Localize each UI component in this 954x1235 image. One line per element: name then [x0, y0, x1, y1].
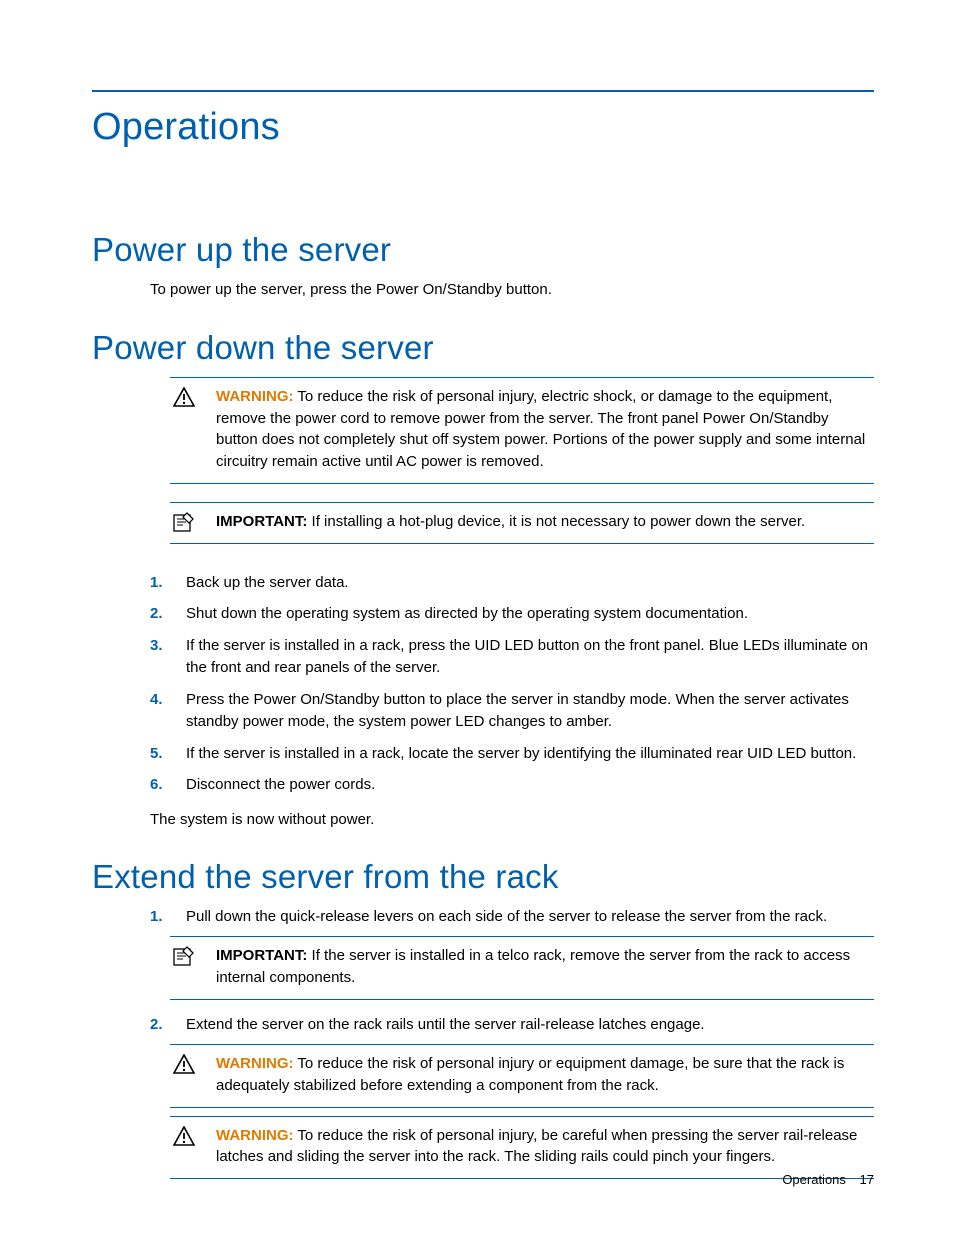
warning-label: WARNING: — [216, 1127, 294, 1144]
footer-section: Operations — [782, 1172, 846, 1187]
step-item: Press the Power On/Standby button to pla… — [150, 689, 874, 734]
step-item: Disconnect the power cords. — [150, 774, 874, 797]
important-text: IMPORTANT: If installing a hot-plug devi… — [216, 511, 874, 533]
important-body: If the server is installed in a telco ra… — [216, 947, 850, 986]
warning-callout: WARNING: To reduce the risk of personal … — [170, 1044, 874, 1108]
important-note-icon — [170, 945, 198, 966]
warning-body: To reduce the risk of personal injury, b… — [216, 1127, 857, 1166]
important-body: If installing a hot-plug device, it is n… — [307, 513, 805, 530]
section-heading-extend: Extend the server from the rack — [92, 858, 874, 896]
extend-steps: Pull down the quick-release levers on ea… — [150, 906, 874, 1180]
important-callout: IMPORTANT: If the server is installed in… — [170, 936, 874, 1000]
warning-label: WARNING: — [216, 388, 294, 405]
step-item: Extend the server on the rack rails unti… — [150, 1014, 874, 1180]
powerup-body: To power up the server, press the Power … — [150, 279, 874, 301]
step-item: Back up the server data. — [150, 572, 874, 595]
important-note-icon — [170, 511, 198, 532]
warning-label: WARNING: — [216, 1055, 294, 1072]
step-item: If the server is installed in a rack, pr… — [150, 635, 874, 680]
step1-text: Pull down the quick-release levers on ea… — [186, 908, 827, 925]
important-text: IMPORTANT: If the server is installed in… — [216, 945, 874, 989]
top-rule — [92, 90, 874, 92]
warning-text: WARNING: To reduce the risk of personal … — [216, 1125, 874, 1169]
important-label: IMPORTANT: — [216, 513, 307, 530]
warning-callout: WARNING: To reduce the risk of personal … — [170, 377, 874, 484]
powerdown-closing: The system is now without power. — [150, 811, 874, 828]
important-label: IMPORTANT: — [216, 947, 307, 964]
important-callout: IMPORTANT: If installing a hot-plug devi… — [170, 502, 874, 544]
footer-page-number: 17 — [860, 1172, 874, 1187]
step-item: Shut down the operating system as direct… — [150, 603, 874, 626]
warning-triangle-icon — [170, 386, 198, 407]
step-item: If the server is installed in a rack, lo… — [150, 743, 874, 766]
section-heading-powerup: Power up the server — [92, 231, 874, 269]
warning-text: WARNING: To reduce the risk of personal … — [216, 386, 874, 473]
warning-text: WARNING: To reduce the risk of personal … — [216, 1053, 874, 1097]
step-item: Pull down the quick-release levers on ea… — [150, 906, 874, 1000]
page-footer: Operations 17 — [782, 1172, 874, 1187]
warning-body: To reduce the risk of personal injury, e… — [216, 388, 865, 470]
page-title: Operations — [92, 106, 874, 149]
section-heading-powerdown: Power down the server — [92, 329, 874, 367]
warning-callout: WARNING: To reduce the risk of personal … — [170, 1116, 874, 1180]
step2-text: Extend the server on the rack rails unti… — [186, 1016, 705, 1033]
warning-body: To reduce the risk of personal injury or… — [216, 1055, 844, 1094]
powerdown-steps: Back up the server data. Shut down the o… — [150, 572, 874, 797]
warning-triangle-icon — [170, 1125, 198, 1146]
warning-triangle-icon — [170, 1053, 198, 1074]
